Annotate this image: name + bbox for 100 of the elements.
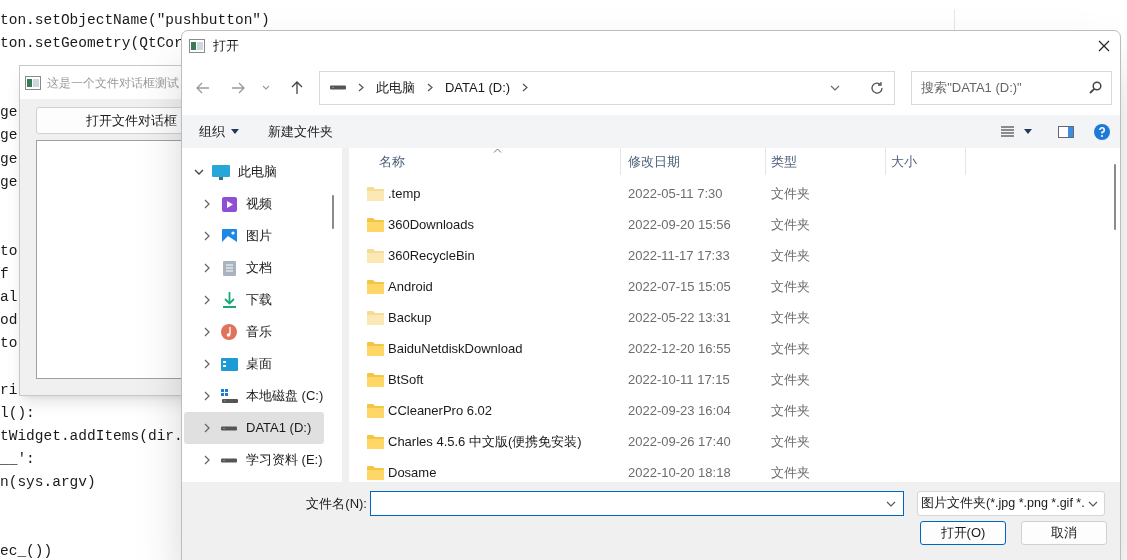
new-folder-button[interactable]: 新建文件夹	[268, 121, 333, 142]
drive-icon	[221, 457, 237, 463]
code-line: l():	[0, 403, 35, 423]
tree-item[interactable]: 文档	[184, 252, 324, 284]
drive-icon	[220, 389, 238, 403]
tree-item[interactable]: 此电脑	[184, 156, 324, 188]
scrollbar-thumb[interactable]	[1113, 164, 1116, 230]
modified-date: 2022-11-17 17:33	[627, 246, 731, 265]
file-type-dropdown[interactable]: 图片文件夹(*.jpg *.png *.gif *.	[917, 491, 1105, 516]
file-name: Backup	[388, 308, 432, 327]
close-icon[interactable]	[1098, 39, 1110, 52]
file-row[interactable]: BtSoft 2022-10-11 17:15 文件夹	[349, 364, 1109, 395]
filename-label: 文件名(N):	[305, 494, 368, 513]
breadcrumb[interactable]: DATA1 (D:)	[444, 77, 511, 98]
file-type: 文件夹	[770, 463, 811, 482]
tree-item[interactable]: 音乐	[184, 316, 324, 348]
forward-arrow-icon[interactable]	[231, 81, 245, 94]
chevron-down-icon	[886, 500, 896, 507]
scrollbar-thumb[interactable]	[332, 195, 334, 229]
tree-item[interactable]: 视频	[184, 188, 324, 220]
file-row[interactable]: CCleanerPro 6.02 2022-09-23 16:04 文件夹	[349, 395, 1109, 426]
tree-label: 此电脑	[238, 163, 277, 182]
caret-icon	[231, 129, 239, 134]
tree-item[interactable]: 学习资料 (E:)	[184, 444, 324, 476]
code-line: ri	[0, 380, 18, 400]
modified-date: 2022-05-22 13:31	[627, 308, 732, 327]
file-row[interactable]: 360RecycleBin 2022-11-17 17:33 文件夹	[349, 240, 1109, 271]
file-name: CCleanerPro 6.02	[388, 401, 493, 420]
video-icon	[221, 196, 237, 212]
file-row[interactable]: .temp 2022-05-11 7:30 文件夹	[349, 178, 1109, 209]
preview-pane-icon[interactable]	[1058, 125, 1074, 138]
dialog-button[interactable]: 取消	[1021, 521, 1107, 545]
desktop-icon	[220, 357, 238, 371]
file-row[interactable]: Dosame 2022-10-20 18:18 文件夹	[349, 457, 1109, 482]
chevron-right-icon[interactable]	[202, 455, 212, 465]
file-type: 文件夹	[770, 215, 811, 234]
help-icon[interactable]	[1094, 123, 1110, 140]
refresh-icon[interactable]	[870, 80, 885, 95]
folder-icon	[367, 434, 384, 449]
tree-item[interactable]: 图片	[184, 220, 324, 252]
chevron-down-icon[interactable]	[830, 84, 841, 91]
tree-label: 本地磁盘 (C:)	[246, 387, 324, 406]
column-header[interactable]: 修改日期	[621, 148, 766, 175]
code-line: f	[0, 265, 9, 285]
drive-icon	[221, 425, 237, 431]
file-row[interactable]: BaiduNetdiskDownload 2022-12-20 16:55 文件夹	[349, 333, 1109, 364]
chevron-right-icon[interactable]	[202, 327, 212, 337]
file-row[interactable]: Charles 4.5.6 中文版(便携免安装) 2022-09-26 17:40 文件夹	[349, 426, 1109, 457]
folder-icon	[367, 465, 384, 480]
code-line: ge	[0, 126, 18, 146]
folder-icon	[367, 279, 384, 294]
up-arrow-icon[interactable]	[290, 80, 303, 95]
back-arrow-icon[interactable]	[196, 81, 210, 94]
file-name: Dosame	[388, 463, 437, 482]
tree-item[interactable]: 下载	[184, 284, 324, 316]
chevron-right-icon[interactable]	[202, 359, 212, 369]
chevron-down-icon[interactable]	[194, 167, 204, 177]
tree-label: 音乐	[246, 323, 272, 342]
chevron-right-icon[interactable]	[202, 231, 212, 241]
tree-label: 桌面	[246, 355, 272, 374]
caret-icon[interactable]	[1024, 129, 1032, 134]
chevron-right-icon[interactable]	[202, 391, 212, 401]
modified-date: 2022-09-26 17:40	[627, 432, 732, 451]
file-type: 文件夹	[770, 370, 811, 389]
column-header[interactable]: 大小	[886, 148, 966, 175]
breadcrumb[interactable]: 此电脑	[375, 77, 415, 98]
filename-field[interactable]	[370, 491, 904, 516]
tree-item[interactable]: 本地磁盘 (C:)	[184, 380, 324, 412]
address-bar[interactable]: 此电脑 DATA1 (D:)	[318, 70, 896, 105]
code-line: od	[0, 311, 18, 331]
code-line: n(sys.argv)	[0, 472, 96, 492]
column-header[interactable]: 名称	[349, 148, 621, 175]
dialog-button[interactable]: 打开(O)	[920, 521, 1006, 545]
tree-label: 学习资料 (E:)	[246, 451, 323, 470]
folder-icon	[367, 341, 384, 356]
modified-date: 2022-10-20 18:18	[627, 463, 732, 482]
file-name: Charles 4.5.6 中文版(便携免安装)	[388, 432, 582, 451]
file-name: 360Downloads	[388, 215, 474, 234]
file-row[interactable]: Backup 2022-05-22 13:31 文件夹	[349, 302, 1109, 333]
code-line: __':	[0, 449, 35, 469]
file-row[interactable]: 360Downloads 2022-09-20 15:56 文件夹	[349, 209, 1109, 240]
chevron-right-icon[interactable]	[202, 295, 212, 305]
list-view-icon[interactable]	[1001, 126, 1014, 137]
tree-item[interactable]: 桌面	[184, 348, 324, 380]
tree-label: DATA1 (D:)	[246, 419, 312, 438]
column-header[interactable]: 类型	[766, 148, 886, 175]
tree-item[interactable]: DATA1 (D:)	[184, 412, 324, 444]
file-type: 文件夹	[770, 308, 811, 327]
search-field[interactable]: 搜索"DATA1 (D:)"	[911, 70, 1112, 105]
file-name: .temp	[388, 184, 421, 203]
code-line: ge	[0, 103, 18, 123]
chevron-right-icon[interactable]	[202, 199, 212, 209]
chevron-right-icon[interactable]	[522, 83, 529, 92]
file-name: Android	[388, 277, 433, 296]
code-line: ec_())	[0, 542, 53, 560]
file-type: 文件夹	[770, 401, 811, 420]
code-line: al	[0, 288, 18, 308]
chevron-right-icon[interactable]	[202, 263, 212, 273]
file-row[interactable]: Android 2022-07-15 15:05 文件夹	[349, 271, 1109, 302]
chevron-right-icon[interactable]	[202, 423, 212, 433]
